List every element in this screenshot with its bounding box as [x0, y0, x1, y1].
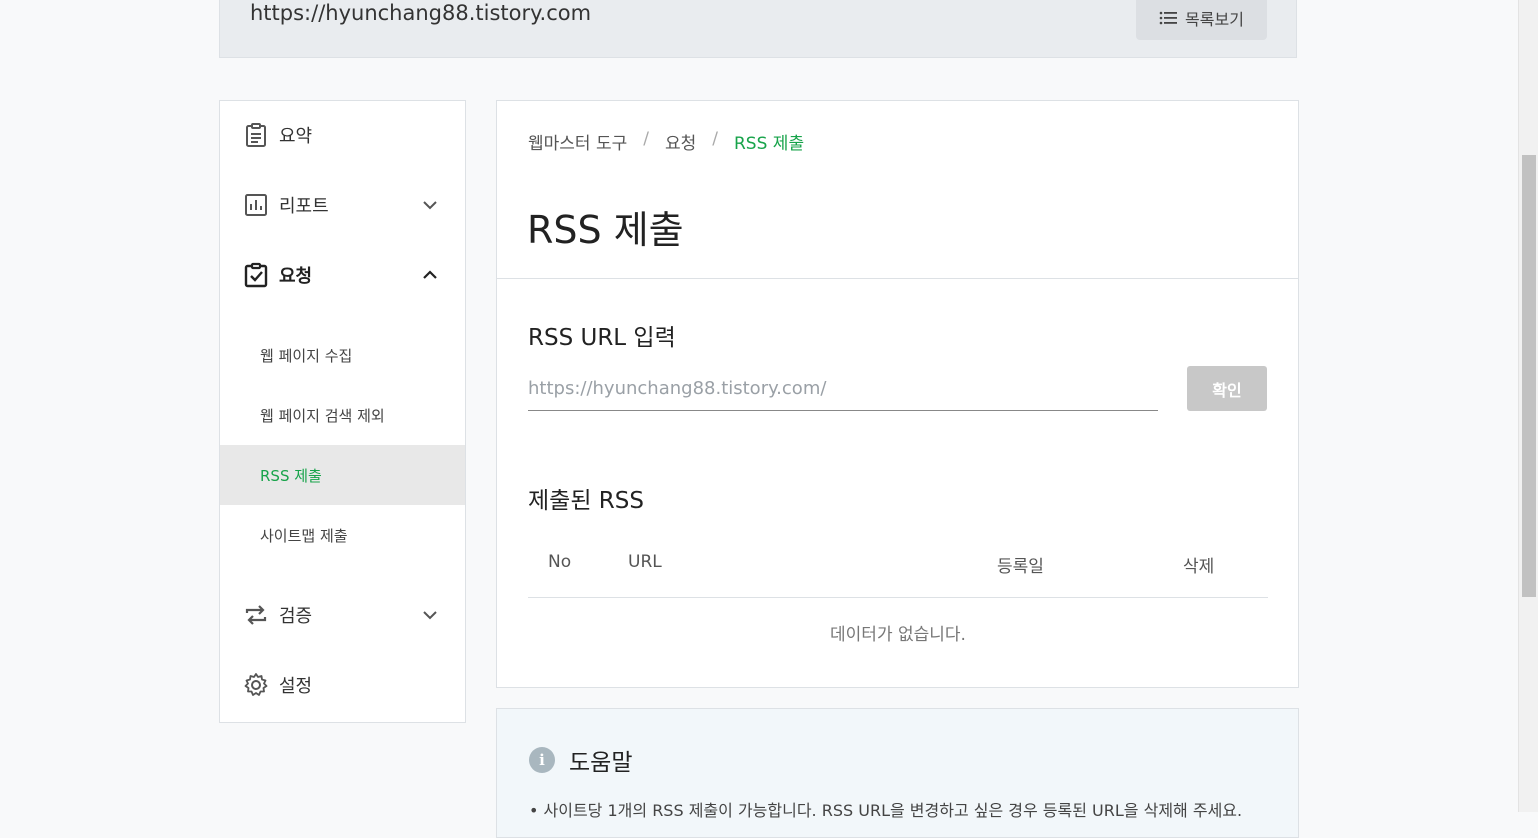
sidebar-item-label: 검증	[279, 606, 313, 627]
sidebar-item-report[interactable]: 리포트	[220, 180, 465, 230]
divider	[497, 278, 1298, 279]
col-delete: 삭제	[1183, 557, 1215, 577]
clipboard-check-icon	[244, 262, 268, 288]
confirm-button[interactable]: 확인	[1187, 366, 1267, 411]
chevron-down-icon	[423, 611, 437, 620]
list-view-label: 목록보기	[1185, 9, 1244, 29]
sidebar-subitem-sitemap[interactable]: 사이트맵 제출	[220, 505, 465, 565]
col-no: No	[548, 552, 572, 572]
sidebar-item-settings[interactable]: 설정	[220, 660, 465, 710]
breadcrumb-separator: /	[712, 129, 718, 149]
scrollbar-thumb[interactable]	[1522, 155, 1536, 597]
breadcrumb-current: RSS 제출	[734, 134, 805, 154]
page-title: RSS 제출	[527, 208, 684, 252]
help-title: 도움말	[569, 750, 633, 776]
help-box: i 도움말 • 사이트당 1개의 RSS 제출이 가능합니다. RSS URL을…	[496, 708, 1299, 838]
bar-chart-icon	[245, 194, 267, 216]
chevron-up-icon	[423, 270, 437, 279]
chevron-down-icon	[423, 201, 437, 210]
submitted-rss-table: No URL 등록일 삭제 데이터가 없습니다.	[528, 537, 1268, 645]
list-icon	[1159, 11, 1178, 24]
list-view-button[interactable]: 목록보기	[1136, 0, 1267, 40]
main-panel: 웹마스터 도구 / 요청 / RSS 제출 RSS 제출 RSS URL 입력 …	[496, 100, 1299, 688]
clipboard-icon	[246, 123, 266, 147]
info-icon: i	[529, 747, 555, 773]
table-header: No URL 등록일 삭제	[528, 537, 1268, 598]
breadcrumb-section[interactable]: 요청	[665, 129, 696, 154]
sidebar-subitem-exclude[interactable]: 웹 페이지 검색 제외	[220, 385, 465, 445]
scrollbar[interactable]	[1518, 0, 1538, 812]
help-text: • 사이트당 1개의 RSS 제출이 가능합니다. RSS URL을 변경하고 …	[529, 801, 1243, 820]
col-url: URL	[628, 552, 662, 572]
breadcrumb: 웹마스터 도구 / 요청 / RSS 제출	[528, 129, 804, 154]
sidebar-item-label: 리포트	[279, 196, 329, 217]
breadcrumb-separator: /	[643, 129, 649, 149]
rss-input-section-title: RSS URL 입력	[528, 325, 676, 351]
submitted-rss-title: 제출된 RSS	[528, 488, 644, 514]
sidebar-item-verify[interactable]: 검증	[220, 590, 465, 640]
col-date: 등록일	[997, 557, 1044, 577]
repeat-icon	[245, 605, 267, 625]
sidebar-item-label: 요약	[279, 126, 313, 147]
gear-icon	[244, 673, 268, 696]
sidebar: 요약 리포트 요청 웹 페이지 수집 웹 페이지 검색 제외 RSS 제출 사이…	[219, 100, 466, 723]
sidebar-item-label: 설정	[279, 676, 313, 697]
sidebar-item-summary[interactable]: 요약	[220, 110, 465, 160]
rss-url-input[interactable]	[528, 367, 1158, 411]
sidebar-subitem-crawl[interactable]: 웹 페이지 수집	[220, 325, 465, 385]
sidebar-item-request[interactable]: 요청	[220, 250, 465, 300]
sidebar-item-label: 요청	[279, 266, 313, 287]
site-url: https://hyunchang88.tistory.com	[250, 1, 592, 25]
breadcrumb-root[interactable]: 웹마스터 도구	[528, 129, 627, 154]
sidebar-subitem-rss[interactable]: RSS 제출	[220, 445, 465, 505]
empty-message: 데이터가 없습니다.	[830, 625, 966, 645]
site-bar: https://hyunchang88.tistory.com 목록보기	[219, 0, 1297, 58]
